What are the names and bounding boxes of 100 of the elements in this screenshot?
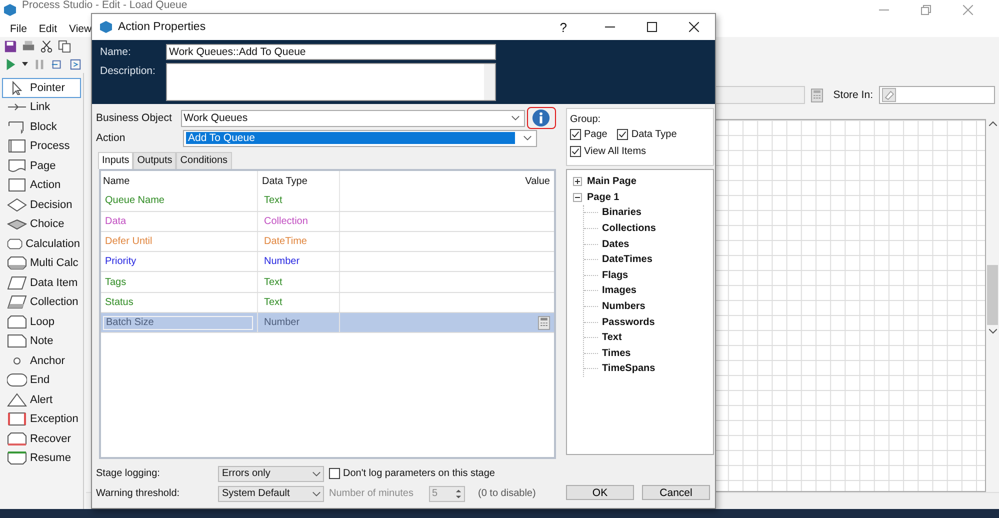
description-field[interactable] (166, 63, 496, 101)
tree-item[interactable]: Collections (602, 223, 656, 234)
palette-item[interactable]: Note (2, 332, 81, 351)
palette-item[interactable]: Exception (2, 410, 81, 429)
checkbox[interactable]: Data Type (617, 129, 677, 140)
help-button[interactable]: ? (560, 20, 567, 34)
table-row[interactable]: Queue Name Text (101, 191, 554, 212)
checkbox-icon[interactable] (570, 146, 581, 157)
eraser-icon[interactable] (882, 88, 896, 102)
process-icon (7, 139, 27, 154)
name-field[interactable]: Work Queues::Add To Queue (166, 44, 496, 60)
action-dropdown[interactable]: Add To Queue (183, 130, 537, 146)
tab[interactable]: Outputs (133, 152, 176, 169)
loop-icon (7, 314, 27, 329)
palette-item[interactable]: Data Item (2, 273, 81, 292)
hexagon-icon (7, 236, 23, 251)
warning-threshold-dropdown[interactable]: System Default (218, 486, 324, 502)
scroll-up-icon[interactable] (988, 121, 996, 126)
tree-item[interactable]: Times (602, 348, 631, 359)
tree-item[interactable]: Flags (602, 270, 628, 281)
cancel-button[interactable]: Cancel (642, 485, 710, 500)
checkbox[interactable]: Don't log parameters on this stage (329, 468, 495, 479)
palette-item[interactable]: Resume (2, 448, 81, 468)
table-row[interactable]: Tags Text (101, 272, 554, 293)
name-label: Name: (100, 45, 132, 60)
tree-item[interactable]: Main Page (587, 176, 636, 188)
column-header[interactable]: Name (101, 171, 258, 192)
checkbox-icon[interactable] (570, 129, 581, 140)
column-header[interactable]: Value (340, 171, 554, 192)
tree-item[interactable]: Passwords (602, 316, 655, 328)
palette-item[interactable]: End (2, 370, 81, 390)
restore-icon[interactable] (921, 5, 931, 15)
menu-item[interactable]: Edit (38, 22, 58, 34)
checkbox[interactable]: Page (570, 129, 608, 140)
tree-item[interactable]: Numbers (602, 301, 646, 312)
menu-item[interactable]: File (10, 22, 27, 34)
action-label: Action (96, 132, 126, 144)
maximize-icon[interactable] (647, 22, 657, 32)
palette-item[interactable]: Collection (2, 292, 81, 312)
save-icon[interactable] (4, 40, 17, 52)
tree-item[interactable]: Dates (602, 238, 630, 250)
store-in-label: Store In: (833, 89, 873, 101)
calculator-icon[interactable] (538, 316, 550, 330)
exception-icon (7, 412, 27, 426)
expander-icon[interactable] (573, 177, 582, 186)
chevron-down-icon (511, 115, 520, 121)
palette-item[interactable]: Pointer (2, 78, 81, 98)
tree-item[interactable]: Page 1 (587, 192, 620, 203)
palette-item[interactable]: Process (2, 136, 81, 156)
palette-item[interactable]: Alert (2, 390, 81, 410)
palette-item[interactable]: Choice (2, 214, 81, 234)
caret-icon[interactable] (22, 62, 28, 66)
palette-item[interactable]: Calculation (2, 234, 81, 254)
tree-item[interactable]: Text (602, 332, 622, 344)
table-row[interactable]: Data Collection (101, 212, 554, 232)
tab[interactable]: Conditions (176, 152, 232, 169)
cut-icon[interactable] (40, 40, 53, 52)
palette-item[interactable]: Page (2, 156, 81, 176)
table-cell-text: Status (104, 296, 134, 308)
column-header[interactable]: Data Type (258, 171, 340, 192)
tree-item[interactable]: DateTimes (602, 254, 652, 266)
info-icon[interactable] (532, 109, 550, 127)
checkbox-icon[interactable] (329, 468, 340, 479)
step-icon[interactable] (69, 58, 82, 70)
stage-logging-dropdown[interactable]: Errors only (218, 466, 324, 482)
expander-icon[interactable] (573, 192, 582, 202)
chevron-down-icon (312, 470, 321, 476)
spin-arrows-icon[interactable] (455, 488, 462, 500)
menu-item[interactable]: View (69, 22, 92, 34)
step-icon[interactable] (51, 58, 64, 70)
tree-item[interactable]: Images (602, 285, 636, 296)
palette-item[interactable]: Recover (2, 429, 81, 448)
palette-item[interactable]: Block (2, 117, 81, 136)
store-in-field[interactable] (879, 86, 995, 104)
print-icon[interactable] (22, 40, 35, 52)
description-scrollbar[interactable] (484, 64, 495, 100)
parallelogram-icon (7, 295, 27, 310)
play-icon[interactable] (4, 58, 17, 70)
scroll-thumb[interactable] (987, 265, 998, 325)
close-icon[interactable] (689, 22, 699, 32)
table-cell-text: Defer Until (104, 236, 152, 248)
palette-item[interactable]: Action (2, 176, 81, 195)
palette-item[interactable]: Anchor (2, 351, 81, 370)
ok-button[interactable]: OK (566, 485, 634, 500)
selected-row[interactable]: Batch Size Number (101, 313, 554, 334)
checkbox-icon[interactable] (617, 129, 628, 140)
app-title: Process Studio - Edit - Load Queue (22, 0, 188, 11)
business-object-dropdown[interactable]: Work Queues (180, 110, 525, 126)
copy-icon[interactable] (58, 40, 71, 52)
checkbox[interactable]: View All Items (570, 146, 710, 157)
calculator-icon[interactable] (811, 88, 824, 102)
palette-item[interactable]: Link (2, 98, 81, 117)
palette-item[interactable]: Decision (2, 195, 81, 214)
tree-item[interactable]: TimeSpans (602, 363, 656, 374)
palette-item[interactable]: Loop (2, 312, 81, 332)
palette-item[interactable]: Multi Calc (2, 254, 81, 273)
table-row[interactable]: Priority Number (101, 252, 554, 272)
scroll-down-icon[interactable] (988, 329, 996, 334)
tree-item[interactable]: Binaries (602, 207, 642, 218)
tab[interactable]: Inputs (98, 152, 134, 169)
